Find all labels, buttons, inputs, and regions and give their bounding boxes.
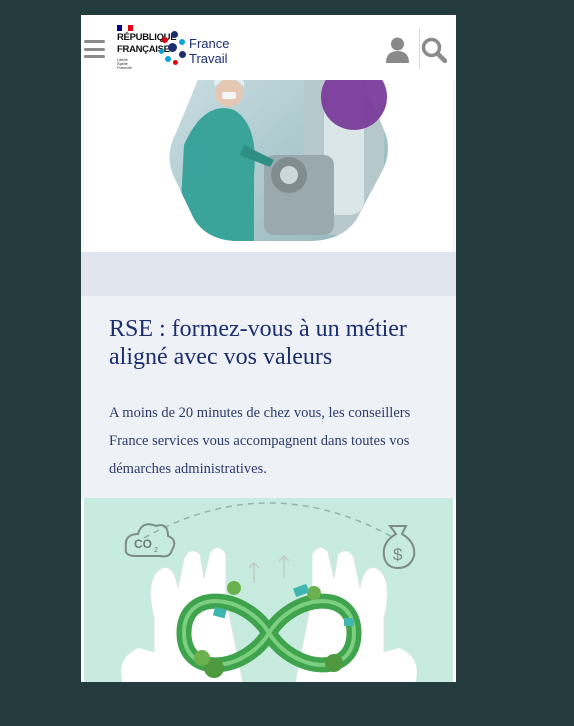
svg-text:$: $ xyxy=(393,545,403,564)
hamburger-menu-icon[interactable] xyxy=(84,40,105,58)
hands xyxy=(121,547,417,682)
header-divider xyxy=(419,29,420,69)
co2-cloud-icon: CO 2 xyxy=(124,523,176,558)
eco-illustration: CO 2 $ xyxy=(84,498,453,682)
france-travail-dots-icon xyxy=(159,29,187,65)
rf-devise: Liberté Égalité Fraternité xyxy=(117,58,132,71)
svg-text:2: 2 xyxy=(154,547,158,554)
mobile-viewport: RSE : formez-vous à un métier aligné ave… xyxy=(81,15,456,682)
site-header: RÉPUBLIQUE FRANÇAISE Liberté Égalité Fra… xyxy=(81,15,456,80)
rf-line1: RÉPUBLIQUE xyxy=(117,32,177,43)
section-spacer xyxy=(81,252,456,296)
brand-name: France Travail xyxy=(189,36,230,66)
user-icon[interactable] xyxy=(385,37,410,63)
svg-text:CO: CO xyxy=(134,537,152,551)
rf-line2: FRANÇAISE xyxy=(117,43,170,55)
money-bag-icon: $ xyxy=(382,525,416,570)
card-title[interactable]: RSE : formez-vous à un métier aligné ave… xyxy=(109,315,439,371)
republique-francaise-logo[interactable]: RÉPUBLIQUE FRANÇAISE Liberté Égalité Fra… xyxy=(117,25,177,71)
card-description: A moins de 20 minutes de chez vous, les … xyxy=(109,405,411,477)
article-card[interactable]: RSE : formez-vous à un métier aligné ave… xyxy=(81,296,456,499)
search-icon[interactable] xyxy=(421,37,448,64)
france-travail-logo[interactable]: France Travail xyxy=(159,29,249,69)
french-flag xyxy=(117,25,133,31)
